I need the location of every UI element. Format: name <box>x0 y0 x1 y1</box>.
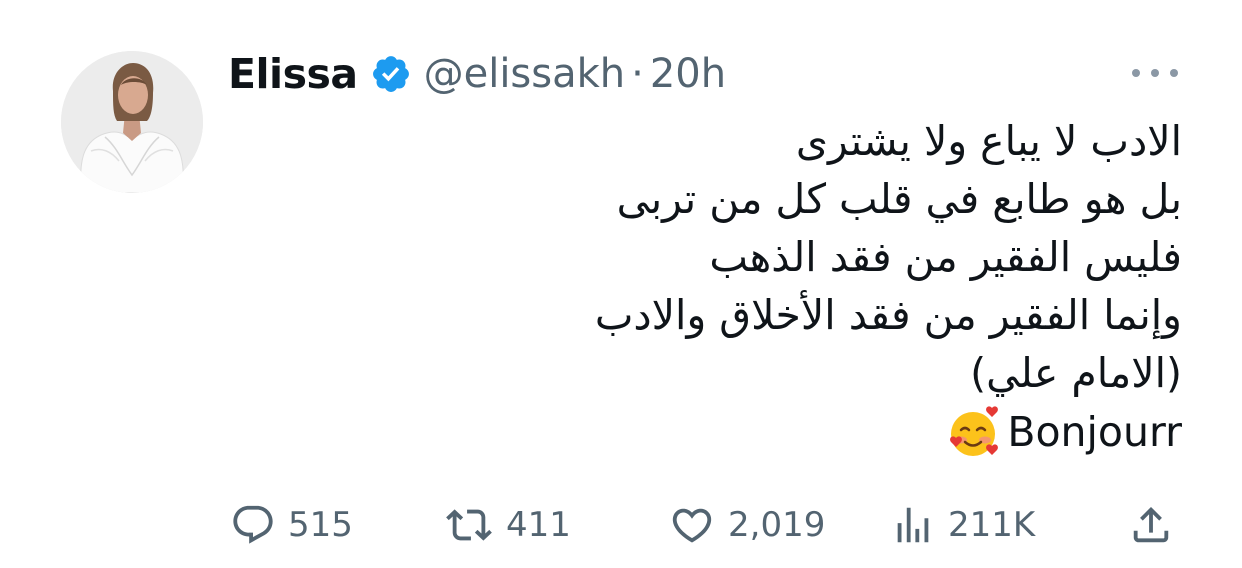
display-name[interactable]: Elissa <box>228 50 358 98</box>
tweet-text-line-last: Bonjourr <box>520 402 1182 462</box>
avatar[interactable] <box>61 51 203 193</box>
retweet-count: 411 <box>506 505 571 545</box>
retweet-icon <box>444 502 494 548</box>
tweet-text-line: (الامام علي) <box>970 349 1182 397</box>
user-handle[interactable]: @elissakh <box>424 51 626 97</box>
views-count: 211K <box>948 505 1036 545</box>
reply-count: 515 <box>288 505 353 545</box>
views-button[interactable]: 211K <box>890 500 1035 550</box>
tweet-text-line: بل هو طابع في قلب كل من تربى <box>616 175 1182 223</box>
share-icon <box>1128 502 1174 548</box>
dot <box>1170 69 1178 77</box>
tweet-text-line: الادب لا يباع ولا يشترى <box>795 117 1182 165</box>
tweet-text-latin: Bonjourr <box>1007 408 1182 456</box>
tweet-timestamp[interactable]: 20h <box>650 51 726 97</box>
tweet-text-line: وإنما الفقير من فقد الأخلاق والادب <box>594 291 1182 339</box>
smiling-face-with-hearts-icon <box>943 402 1003 462</box>
more-options-icon[interactable] <box>1132 61 1178 85</box>
retweet-button[interactable]: 411 <box>444 500 571 550</box>
reply-button[interactable]: 515 <box>230 500 353 550</box>
tweet-text: الادب لا يباع ولا يشترى بل هو طابع في قل… <box>520 112 1182 462</box>
share-button[interactable] <box>1128 500 1174 550</box>
tweet-actions: 515 411 2,019 211K <box>228 500 1188 550</box>
separator-dot: · <box>631 51 644 97</box>
tweet[interactable]: Elissa @elissakh · 20h الادب لا يباع ولا… <box>0 0 1242 568</box>
verified-badge-icon <box>370 53 412 95</box>
reply-icon <box>230 502 276 548</box>
views-chart-icon <box>890 502 936 548</box>
dot <box>1132 69 1140 77</box>
like-count: 2,019 <box>728 505 826 545</box>
tweet-text-line: فليس الفقير من فقد الذهب <box>709 233 1182 281</box>
like-button[interactable]: 2,019 <box>668 500 825 550</box>
dot <box>1151 69 1159 77</box>
tweet-header: Elissa @elissakh · 20h <box>228 46 726 102</box>
heart-icon <box>668 502 716 548</box>
